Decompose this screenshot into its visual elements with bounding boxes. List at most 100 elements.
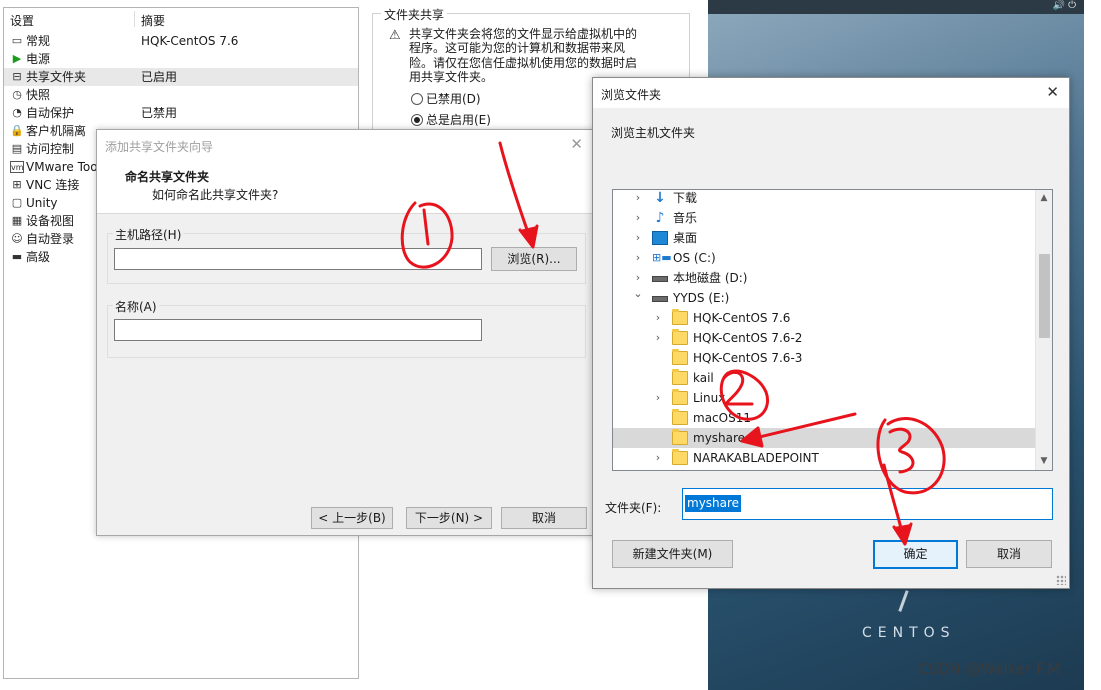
device-view-icon: ▦ [11,214,23,227]
tree-item-label: YYDS (E:) [673,291,730,305]
tree-item-label: 桌面 [673,231,698,245]
scroll-up-icon[interactable]: ▲ [1036,190,1052,207]
chevron-right-icon[interactable]: › [633,208,643,228]
settings-item-name: Unity [26,196,58,210]
next-button[interactable]: 下一步(N) > [406,507,492,529]
settings-item[interactable]: ▭ 常规 HQK-CentOS 7.6 [4,32,358,50]
back-button[interactable]: < 上一步(B) [311,507,393,529]
tree-item-label: HQK-CentOS 7.6-2 [693,331,803,345]
browse-title-bar[interactable]: 浏览文件夹 ✕ [593,78,1069,108]
radio-always-enabled-circle[interactable] [411,114,423,126]
chevron-right-icon[interactable]: › [633,248,643,268]
drive-icon [652,296,668,302]
vmware-icon: vm [10,161,24,173]
host-path-label: 主机路径(H) [113,226,184,243]
volume-icon[interactable]: 🔊 ⏻ [1052,0,1076,12]
settings-item-summary: 已启用 [141,70,178,84]
wizard-header: 命名共享文件夹 如何命名此共享文件夹? [97,160,593,214]
settings-item-name: 电源 [26,52,51,66]
add-shared-folder-wizard: 添加共享文件夹向导 ✕ 命名共享文件夹 如何命名此共享文件夹? 主机路径(H) … [96,129,594,536]
header-divider [134,11,135,27]
wizard-title-bar[interactable]: 添加共享文件夹向导 ✕ [97,130,593,160]
resize-grip[interactable] [1056,575,1066,585]
settings-item[interactable]: ⊟ 共享文件夹 已启用 [4,68,358,86]
ok-button[interactable]: 确定 [873,540,958,569]
chevron-right-icon[interactable]: › [653,448,663,468]
folder-icon [672,389,688,405]
tree-item[interactable]: › Linux [613,388,1036,408]
chevron-right-icon[interactable]: › [653,328,663,348]
tree-item[interactable]: › ↓ 下载 [613,190,1036,208]
tree-item[interactable]: macOS11 [613,408,1036,428]
wizard-close-icon[interactable]: ✕ [570,135,583,153]
tree-item[interactable]: › ♪ 音乐 [613,208,1036,228]
chevron-right-icon[interactable]: › [633,190,643,208]
settings-item[interactable]: ▶ 电源 [4,50,358,68]
access-control-icon: ▤ [11,142,23,155]
settings-column-header: 设置 [10,14,35,28]
tree-item-label: 下载 [673,191,698,205]
autoprotect-icon: ◔ [12,106,22,119]
scroll-thumb[interactable] [1039,254,1050,338]
tree-item[interactable]: › HQK-CentOS 7.6 [613,308,1036,328]
tree-item[interactable]: HQK-CentOS 7.6-3 [613,348,1036,368]
wizard-subheading: 如何命名此共享文件夹? [152,188,279,202]
tree-item-label: 音乐 [673,211,698,225]
tree-item[interactable]: ⌄ YYDS (E:) [613,287,1036,308]
download-icon: ↓ [654,190,666,206]
wizard-cancel-button[interactable]: 取消 [501,507,587,529]
share-name-input[interactable] [114,319,482,341]
new-folder-button[interactable]: 新建文件夹(M) [612,540,733,568]
folder-icon [672,309,688,325]
music-icon: ♪ [655,210,665,226]
tree-item[interactable]: › 本地磁盘 (D:) [613,268,1036,288]
browse-button[interactable]: 浏览(R)... [491,247,577,271]
play-icon: ▶ [12,52,22,65]
settings-item-name: 客户机隔离 [26,124,87,138]
tree-item[interactable]: › HQK-CentOS 7.6-2 [613,328,1036,348]
radio-disabled[interactable]: 已禁用(D) [411,91,481,107]
browse-cancel-button[interactable]: 取消 [966,540,1052,568]
settings-item[interactable]: ◷ 快照 [4,86,358,104]
wizard-heading: 命名共享文件夹 [125,170,210,184]
folder-icon [672,449,688,465]
tree-item[interactable]: › 桌面 [613,228,1036,248]
browse-title: 浏览文件夹 [601,88,662,102]
radio-always-enabled-label: 总是启用(E) [426,113,491,127]
settings-item-name: 常规 [26,34,51,48]
lock-icon: 🔒 [10,124,24,137]
chevron-right-icon[interactable]: › [653,308,663,328]
scroll-down-icon[interactable]: ▼ [1036,453,1052,470]
tree-item[interactable]: kail [613,368,1036,388]
chevron-right-icon[interactable]: › [633,228,643,248]
settings-item-name: 快照 [26,88,51,102]
monitor-icon: ▭ [11,34,23,47]
settings-item-summary: HQK-CentOS 7.6 [141,34,239,48]
folder-name-input[interactable]: myshare [682,488,1053,520]
folder-icon [672,429,688,445]
chevron-down-icon[interactable]: ⌄ [633,284,643,304]
settings-item-name: 访问控制 [26,142,75,156]
folder-tree[interactable]: › ↓ 下载 › ♪ 音乐 › 桌面 › ⊞▬ OS (C:) › 本地磁盘 (D:) ⌄ YYDS (E:… [612,189,1053,471]
folder-sharing-title: 文件夹共享 [381,6,448,23]
settings-item[interactable]: ◔ 自动保护 已禁用 [4,104,358,122]
os-drive-icon: ⊞▬ [652,251,672,264]
wizard-title: 添加共享文件夹向导 [105,140,214,154]
folder-sharing-warning: 共享文件夹会将您的文件显示给虚拟机中的程序。这可能为您的计算机和数据带来风险。请… [409,27,638,85]
folder-icon [672,369,688,385]
radio-always-enabled[interactable]: 总是启用(E) [411,112,491,128]
tree-item[interactable]: › ⊞▬ OS (C:) [613,248,1036,268]
tree-item[interactable]: › NARAKABLADEPOINT [613,448,1036,468]
host-path-input[interactable] [114,248,482,270]
settings-item-summary: 已禁用 [141,106,178,120]
tree-scrollbar[interactable]: ▲ ▼ [1035,190,1052,470]
browse-close-icon[interactable]: ✕ [1046,83,1059,101]
chevron-right-icon[interactable]: › [653,388,663,408]
tree-item[interactable]: myshare [613,428,1036,448]
settings-item-name: 设备视图 [26,214,75,228]
tree-item-label: kail [693,371,714,385]
tree-item-label: HQK-CentOS 7.6-3 [693,351,803,365]
folder-icon [672,349,688,365]
centos-logo-text: CENTOS [862,625,956,641]
radio-disabled-circle[interactable] [411,93,423,105]
